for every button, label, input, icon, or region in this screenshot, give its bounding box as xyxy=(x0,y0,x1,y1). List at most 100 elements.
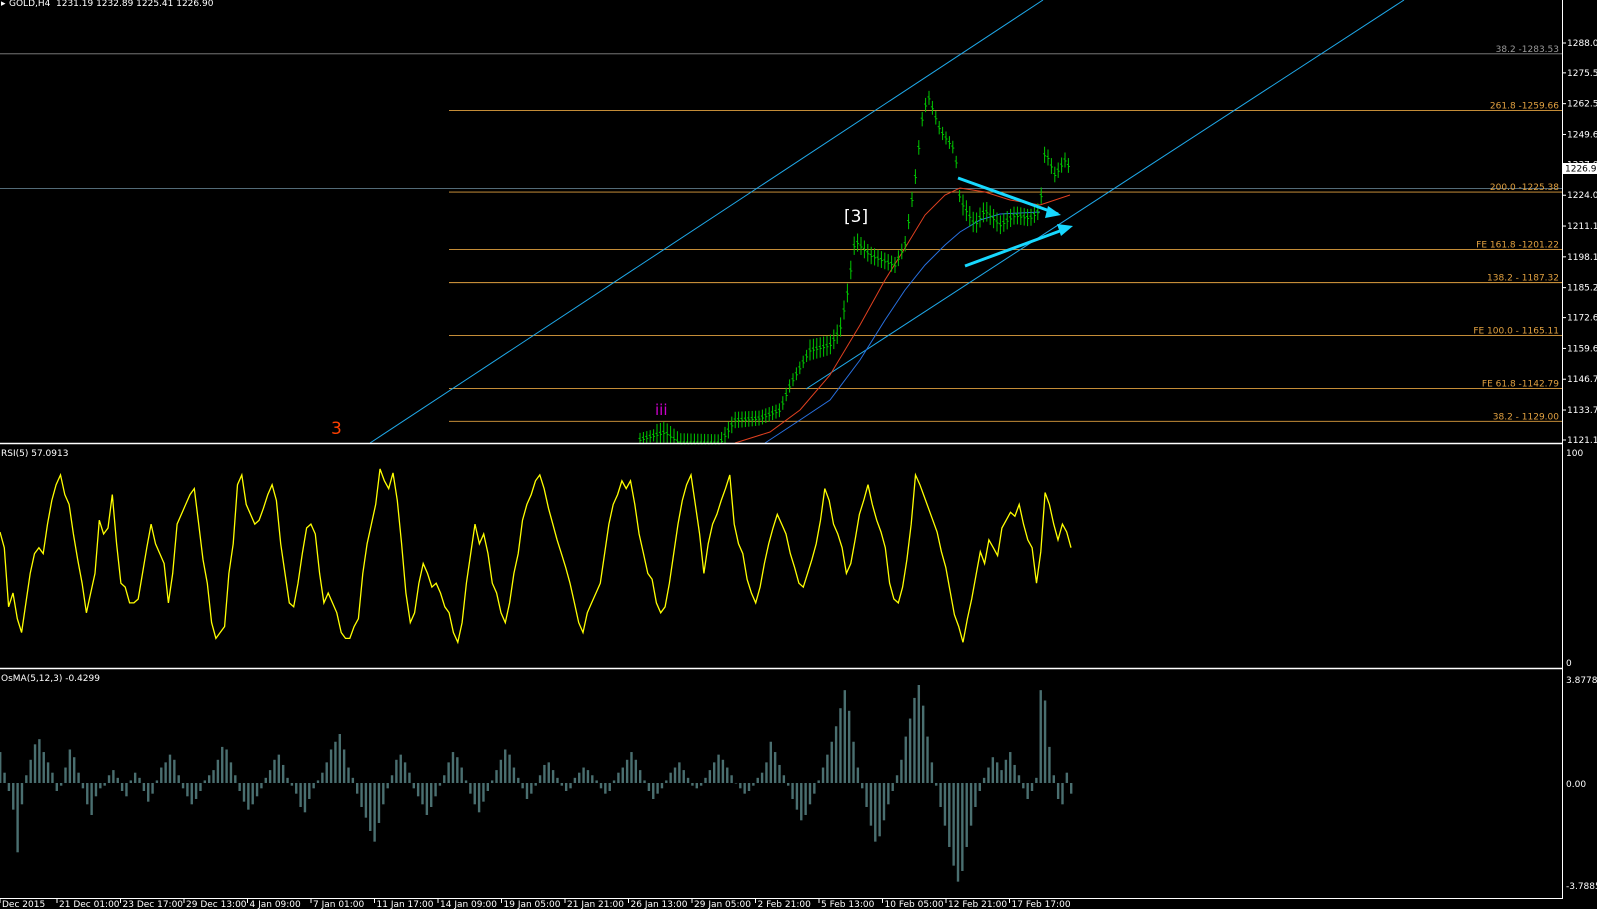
osma-bar xyxy=(1070,783,1073,794)
osma-bar xyxy=(255,783,259,797)
fib-level-label: FE 61.8 -1142.79 xyxy=(1482,380,1559,390)
osma-bar xyxy=(647,783,651,791)
osma-bar xyxy=(695,783,698,789)
osma-bar xyxy=(943,783,947,826)
price-tick-labels: 1288.061275.511262.561249.611237.011224.… xyxy=(1562,39,1597,446)
osma-bar xyxy=(342,749,346,783)
time-axis[interactable]: Dec 2015 21 Dec 01:00 23 Dec 17:00 29 Dec 1… xyxy=(0,898,1562,909)
osma-bar xyxy=(1043,700,1047,783)
osma-bar xyxy=(995,762,999,783)
osma-bar xyxy=(94,783,98,797)
chart-header: ▸ GOLD,H4 1231.19 1232.89 1225.41 1226.9… xyxy=(1,0,214,9)
osma-bar xyxy=(921,705,925,783)
osma-bar xyxy=(42,752,45,783)
osma-bar xyxy=(1035,777,1038,783)
osma-bar xyxy=(530,783,533,794)
osma-bar xyxy=(869,783,873,826)
osma-bar xyxy=(90,783,93,815)
osma-bar xyxy=(1030,783,1034,791)
price-pane[interactable]: 38.2 -1283.53 261.8 -1259.66 200.0 -1225.3… xyxy=(0,0,1562,445)
osma-bar xyxy=(760,772,764,783)
osma-bar xyxy=(321,772,324,783)
header-arrow-icon: ▸ xyxy=(1,0,6,9)
osma-bar xyxy=(582,767,585,783)
osma-bar xyxy=(1052,775,1055,783)
osma-bar xyxy=(887,783,890,805)
osma-bar xyxy=(99,783,102,789)
osma-bar xyxy=(1009,752,1012,783)
osma-bar xyxy=(207,775,211,783)
osma-bar xyxy=(660,783,664,789)
osma-bar xyxy=(564,783,568,791)
osma-bar xyxy=(112,770,115,783)
rsi-axis-bottom: 0 xyxy=(1566,659,1572,669)
osma-bar xyxy=(38,739,41,783)
osma-bar xyxy=(482,783,485,802)
osma-bar xyxy=(739,783,742,789)
rsi-axis-top: 100 xyxy=(1566,449,1583,459)
osma-bar xyxy=(386,783,389,789)
osma-bar xyxy=(133,772,137,783)
osma-bar xyxy=(12,783,15,810)
osma-bar xyxy=(212,770,215,783)
fib-level-label: FE 161.8 -1201.22 xyxy=(1476,241,1559,251)
osma-bar xyxy=(1026,783,1029,799)
osma-bar xyxy=(752,783,755,786)
osma-pane[interactable]: OsMA(5,12,3) -0.4299 xyxy=(0,674,1073,882)
osma-bar xyxy=(399,754,402,783)
osma-histogram xyxy=(0,685,1073,882)
price-axis[interactable]: 1288.061275.511262.561249.611237.011224.… xyxy=(1562,0,1597,899)
osma-bar xyxy=(329,749,333,783)
price-tick-label: 1185.21 xyxy=(1567,284,1597,294)
time-tick-label: 5 Feb 13:00 xyxy=(821,900,875,909)
price-tick-label: 1198.16 xyxy=(1567,253,1597,263)
osma-bar xyxy=(242,783,246,802)
osma-bar xyxy=(895,775,899,783)
osma-bar xyxy=(891,783,894,791)
ohlc-values: 1231.19 1232.89 1225.41 1226.90 xyxy=(56,0,214,9)
osma-bar xyxy=(486,783,490,791)
osma-bar xyxy=(839,708,842,783)
osma-bar xyxy=(913,697,916,783)
osma-bar xyxy=(939,783,942,807)
osma-bar xyxy=(168,754,172,783)
osma-bar xyxy=(77,772,80,783)
time-tick-label: 4 Jan 09:00 xyxy=(250,900,302,909)
osma-bar xyxy=(86,783,89,805)
osma-bar xyxy=(525,783,529,799)
osma-bar xyxy=(447,762,450,783)
osma-bar xyxy=(221,746,224,783)
time-tick-label: 7 Jan 01:00 xyxy=(313,900,365,909)
fib-level-label: 200.0 -1225.38 xyxy=(1490,183,1559,193)
osma-bar xyxy=(686,777,690,783)
osma-bar xyxy=(251,783,254,805)
osma-bar xyxy=(46,762,50,783)
time-tick-label: 12 Feb 21:00 xyxy=(948,900,1007,909)
osma-bar xyxy=(3,772,6,783)
osma-bar xyxy=(599,783,603,789)
osma-bar xyxy=(956,783,960,882)
osma-bar xyxy=(64,767,67,783)
osma-bar xyxy=(517,777,520,783)
osma-bar xyxy=(16,783,19,853)
trading-chart[interactable]: 38.2 -1283.53 261.8 -1259.66 200.0 -1225.3… xyxy=(0,0,1597,909)
osma-bar xyxy=(403,762,407,783)
osma-bar xyxy=(377,783,381,823)
osma-bar xyxy=(834,726,838,783)
time-tick-label: 21 Dec 01:00 xyxy=(59,900,120,909)
fib-level-label: FE 100.0 - 1165.11 xyxy=(1473,326,1559,336)
osma-bar xyxy=(882,783,886,821)
rsi-pane[interactable]: RSI(5) 57.0913 xyxy=(0,449,1072,645)
osma-axis-zero: 0.00 xyxy=(1566,780,1586,790)
osma-bar xyxy=(247,783,250,810)
rsi-label: RSI(5) 57.0913 xyxy=(1,449,68,459)
time-tick-label: 29 Jan 05:00 xyxy=(694,900,751,909)
osma-bar xyxy=(373,783,376,842)
osma-bar xyxy=(142,783,146,791)
osma-bar xyxy=(360,783,363,807)
price-tick-label: 1172.61 xyxy=(1567,314,1597,324)
osma-bar xyxy=(412,783,415,789)
time-tick-label: 17 Feb 17:00 xyxy=(1012,900,1071,909)
osma-bar xyxy=(59,783,63,786)
osma-bar xyxy=(865,783,868,807)
